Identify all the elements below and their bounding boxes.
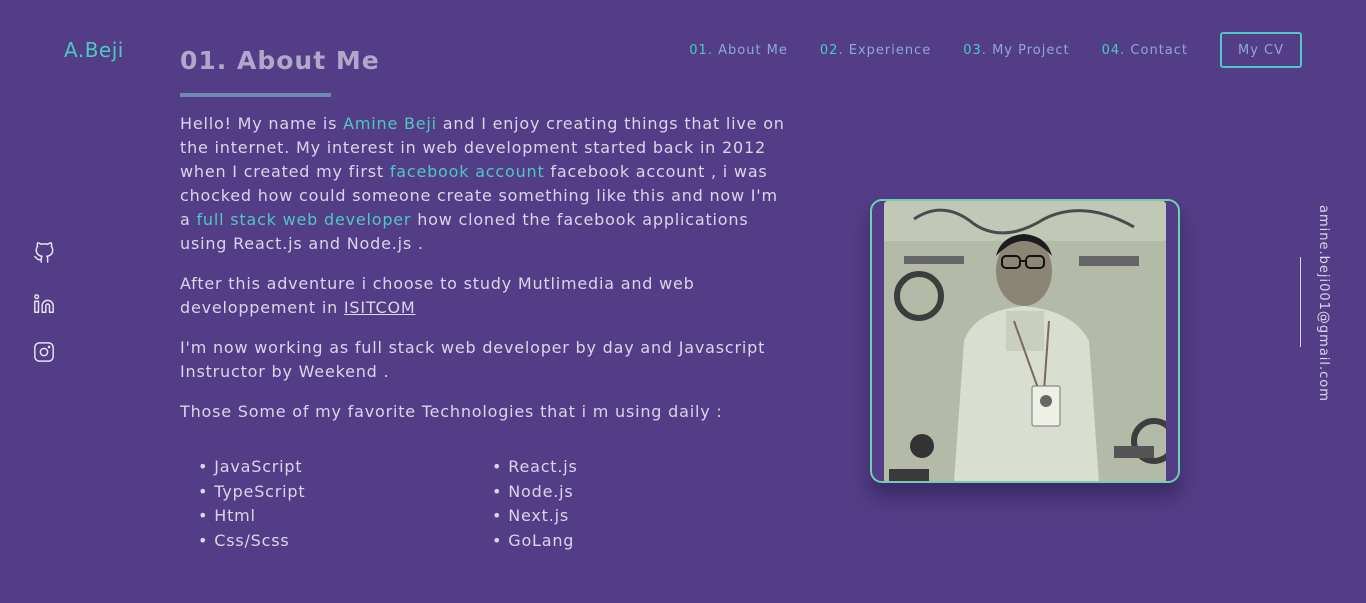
list-item: JavaScript (198, 455, 492, 480)
nav-experience[interactable]: 02. Experience (820, 43, 931, 58)
nav-label: About Me (718, 42, 788, 58)
main-nav: 01. About Me 02. Experience 03. My Proje… (689, 32, 1302, 68)
nav-number: 02. (819, 42, 844, 58)
nav-about-me[interactable]: 01. About Me (689, 43, 788, 58)
linkedin-icon[interactable] (33, 293, 55, 315)
title-underline (180, 93, 331, 97)
github-icon[interactable] (33, 242, 55, 264)
section-title: 01. About Me (180, 46, 380, 75)
nav-my-project[interactable]: 03. My Project (963, 43, 1069, 58)
list-item: GoLang (492, 529, 632, 554)
site-logo[interactable]: A.Beji (64, 38, 124, 62)
about-text: Hello! My name is Amine Beji and I enjoy… (180, 112, 790, 440)
nav-label: Experience (848, 42, 932, 58)
education-paragraph: After this adventure i choose to study M… (180, 272, 790, 320)
list-item: Css/Scss (198, 529, 492, 554)
my-cv-button[interactable]: My CV (1220, 32, 1302, 68)
list-item: React.js (492, 455, 632, 480)
intro-text-1: Hello! My name is (180, 114, 344, 133)
profile-photo (884, 201, 1166, 481)
facebook-account-link[interactable]: facebook account (390, 162, 545, 181)
intro-paragraph: Hello! My name is Amine Beji and I enjoy… (180, 112, 790, 256)
email-divider-line (1300, 257, 1301, 347)
nav-number: 03. (963, 42, 987, 58)
list-item: Next.js (492, 504, 632, 529)
instagram-icon[interactable] (33, 341, 55, 363)
technologies-list: JavaScript React.js TypeScript Node.js H… (198, 455, 618, 553)
list-item: Html (198, 504, 492, 529)
list-item: TypeScript (198, 480, 492, 505)
email-link[interactable]: amine.beji001@gmail.com (1316, 205, 1331, 402)
nav-number: 01. (689, 42, 713, 58)
school-link[interactable]: ISITCOM (344, 298, 416, 317)
education-text: After this adventure i choose to study M… (180, 274, 695, 317)
profile-photo-frame (870, 199, 1180, 483)
technologies-intro: Those Some of my favorite Technologies t… (180, 402, 723, 421)
developer-link[interactable]: full stack web developer (197, 210, 412, 229)
nav-number: 04. (1101, 42, 1126, 58)
nav-label: My Project (992, 42, 1070, 58)
nav-label: Contact (1130, 42, 1188, 58)
work-paragraph: I'm now working as full stack web develo… (180, 338, 766, 381)
list-item: Node.js (492, 480, 632, 505)
nav-contact[interactable]: 04. Contact (1102, 43, 1188, 58)
author-name: Amine Beji (343, 114, 437, 133)
